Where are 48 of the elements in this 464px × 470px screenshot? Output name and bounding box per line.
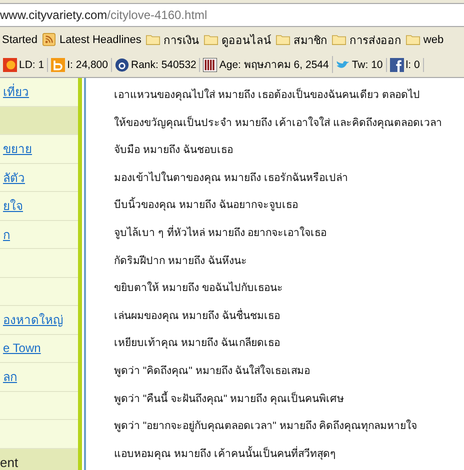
sidebar-link[interactable]: e Town [0, 341, 41, 356]
sidebar-link[interactable]: เที่ยว [0, 82, 29, 102]
text-line: พูดว่า "คืนนี้ จะฝันถึงคุณ" หมายถึง คุณเป็นคนพิเศษ [114, 390, 346, 407]
bookmark-link[interactable]: Started [2, 34, 38, 46]
rss-icon [42, 33, 56, 46]
bookmark-link[interactable]: Latest Headlines [59, 34, 142, 46]
sidebar-link[interactable]: องหาดใหญ่ [0, 310, 63, 330]
stat-label: Rank: 540532 [130, 58, 196, 70]
stat-label: LD: 1 [19, 58, 44, 70]
sidebar-link[interactable]: ยใจ [0, 196, 23, 216]
folder-icon [332, 33, 346, 46]
stat-label: I: 24,800 [67, 58, 108, 70]
bookmark-link[interactable]: การเงิน [163, 30, 200, 48]
text-line: เหยียบเท้าคุณ หมายถึง ฉันเกลียดเธอ [114, 336, 281, 352]
text-line: พูดว่า "คิดถึงคุณ" หมายถึง ฉันใส่ใจเธอเสมอ [114, 364, 312, 379]
bookmark-link[interactable]: web [423, 34, 444, 46]
text-line: บีบนิ้วของคุณ หมายถึง ฉันอยากจะจูบเธอ [114, 196, 299, 214]
text-line: กัดริมฝีปาก หมายถึง ฉันหึงนะ [114, 254, 248, 269]
letter-b-icon [51, 58, 66, 72]
sidebar-link[interactable]: ลัตัว [0, 168, 25, 187]
sidebar-link[interactable]: ก [0, 224, 10, 244]
folder-icon [146, 33, 160, 46]
text-line: ให้ของขวัญคุณเป็นประจำ หมายถึง เค้าเอาใจใส่ และคิดถึงคุณตลอดเวลา [114, 114, 442, 131]
bookmark-link[interactable]: การส่งออก [349, 30, 402, 48]
text-line: จูบไล้เบา ๆ ที่หัวไหล่ หมายถึง อยากจะเอาใจเธอ [114, 224, 328, 241]
letter-a-icon [114, 58, 129, 72]
text-line: มองเข้าไปในตาของคุณ หมายถึง เธอรักฉันหรือเปล่า [114, 170, 349, 186]
text-line: เล่นผมของคุณ หมายถึง ฉันชื่นชมเธอ [114, 307, 281, 324]
stat-label: l: 0 [406, 58, 420, 70]
text-line: จับมือ หมายถึง ฉันชอบเธอ [114, 143, 234, 158]
sidebar-link[interactable]: ลก [0, 367, 17, 386]
text-line: แอบหอมคุณ หมายถึง เค้าคนนั้นเป็นคนที่สวีทสุดๆ [114, 445, 337, 462]
sidebar-link[interactable]: ขยาย [0, 139, 32, 158]
address-field[interactable]: www.cityvariety.com/citylove-4160.html [0, 3, 464, 27]
text-line: พูดว่า "อยากจะอยู่กับคุณตลอดเวลา" หมายถึง คิดถึงคุณทุกลมหายใจ [114, 418, 418, 434]
stat-label: Age: พฤษภาคม 6, 2544 [219, 58, 329, 73]
folder-icon [406, 33, 420, 46]
folder-icon [276, 33, 290, 46]
text-line: เอาแหวนของคุณไปใส่ หมายถึง เธอต้องเป็นของฉันคนเดียว ตลอดไป [114, 86, 421, 103]
barcode-icon [203, 58, 218, 72]
sidebar-heading: ent [0, 454, 18, 470]
flame-icon [3, 58, 17, 72]
letter-f-icon [390, 58, 404, 72]
bookmark-link[interactable]: สมาชิก [293, 30, 328, 48]
text-line: ขยิบตาให้ หมายถึง ขอฉันไปกับเธอนะ [114, 280, 284, 296]
bookmark-link[interactable]: ดูออนไลน์ [221, 30, 272, 48]
folder-icon [204, 33, 218, 46]
stat-label: Tw: 10 [352, 58, 383, 70]
